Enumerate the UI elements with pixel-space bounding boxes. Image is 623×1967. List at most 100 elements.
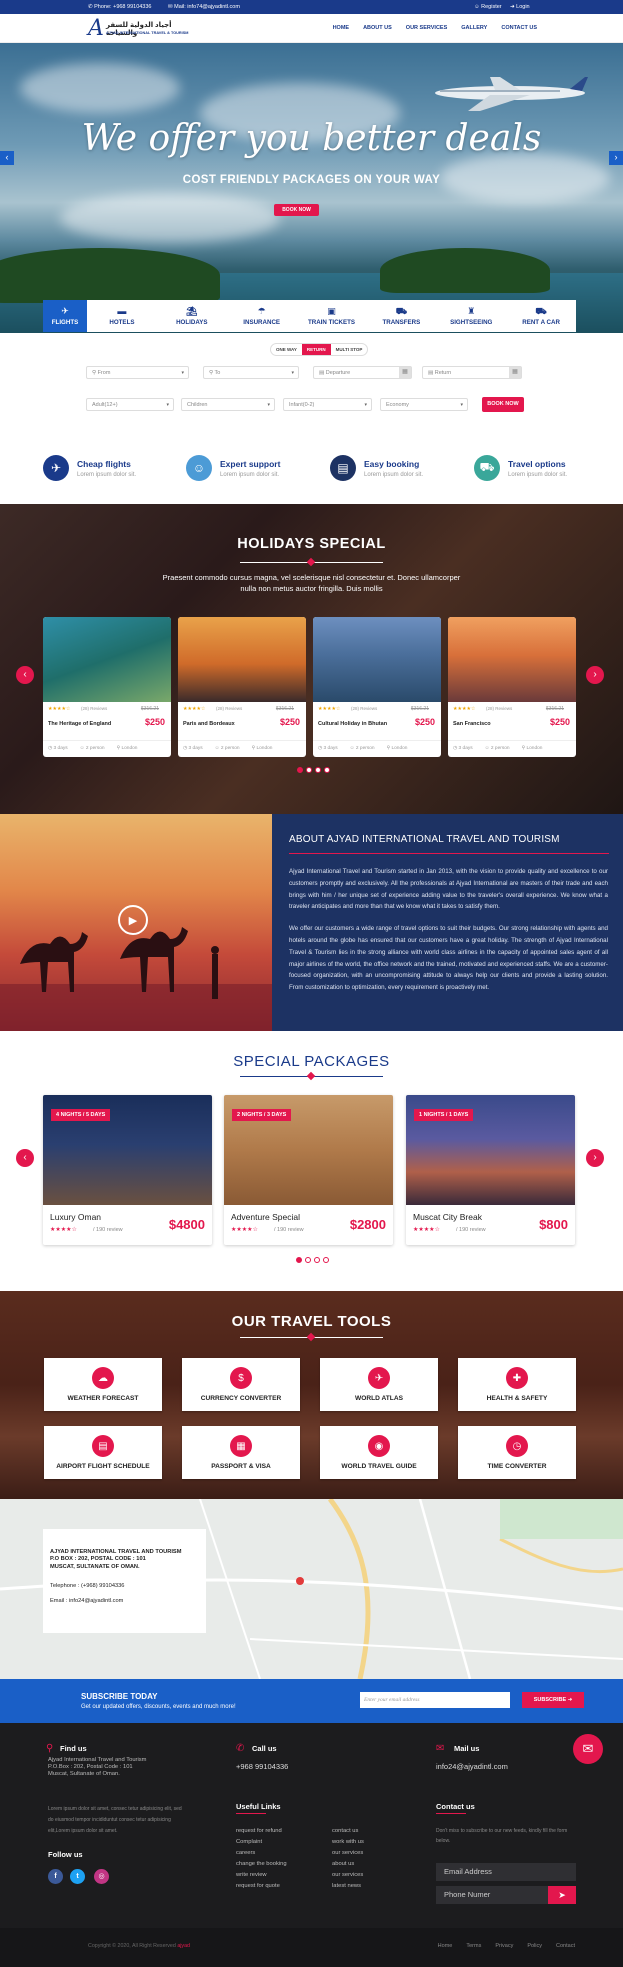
calendar-button-icon[interactable]: ▦ <box>399 367 411 378</box>
footer-link[interactable]: contact us <box>332 1826 364 1837</box>
carousel-dot[interactable] <box>296 1257 302 1263</box>
holiday-card[interactable]: ★★★★☆ (28) Reviews $316.21 San Francisco… <box>448 617 576 757</box>
footer-link[interactable]: our services <box>332 1848 364 1859</box>
login-link[interactable]: ➜ Login <box>510 4 530 10</box>
nav-about[interactable]: ABOUT US <box>363 25 392 31</box>
footer-link[interactable]: our services <box>332 1870 364 1881</box>
footer-link[interactable]: request for quote <box>236 1881 287 1892</box>
tool-time-converter[interactable]: ◷ TIME CONVERTER <box>458 1426 576 1479</box>
twitter-icon[interactable]: t <box>70 1869 85 1884</box>
footer-link[interactable]: work with us <box>332 1837 364 1848</box>
packages-next-arrow[interactable]: › <box>586 1149 604 1167</box>
duration-badge: 1 NIGHTS / 1 DAYS <box>414 1109 474 1121</box>
carousel-dot[interactable] <box>306 767 312 773</box>
chevron-down-icon: ▾ <box>181 370 184 376</box>
carousel-dot[interactable] <box>324 767 330 773</box>
register-link[interactable]: ☺ Register <box>474 4 502 10</box>
footer-email[interactable]: info24@ajyadintl.com <box>436 1762 508 1771</box>
footer-phone[interactable]: +968 99104336 <box>236 1762 288 1771</box>
tool-world-travel-guide[interactable]: ◉ WORLD TRAVEL GUIDE <box>320 1426 438 1479</box>
footer-link[interactable]: about us <box>332 1859 364 1870</box>
tool-currency-converter[interactable]: $ CURRENCY CONVERTER <box>182 1358 300 1411</box>
return-date-input[interactable]: ▤ Return ▦ <box>422 366 522 379</box>
tool-weather-forecast[interactable]: ☁ WEATHER FORECAST <box>44 1358 162 1411</box>
adult-select[interactable]: Adult(12+) ▾ <box>86 398 174 411</box>
footer-link[interactable]: change the booking <box>236 1859 287 1870</box>
hero-book-now-button[interactable]: BOOK NOW <box>274 204 319 216</box>
trip-return[interactable]: RETURN <box>301 344 331 355</box>
tool-world-atlas[interactable]: ✈ WORLD ATLAS <box>320 1358 438 1411</box>
holiday-card[interactable]: ★★★★☆ (28) Reviews $316.21 Paris and Bor… <box>178 617 306 757</box>
hero-next-arrow[interactable]: › <box>609 151 623 165</box>
bottom-nav-contact[interactable]: Contact <box>556 1943 575 1949</box>
tab-sightseeing[interactable]: ♜ SIGHTSEEING <box>436 300 506 332</box>
carousel-dot[interactable] <box>305 1257 311 1263</box>
from-select[interactable]: ⚲ From ▾ <box>86 366 189 379</box>
nav-services[interactable]: OUR SERVICES <box>406 25 447 31</box>
package-card[interactable]: 2 NIGHTS / 3 DAYS Adventure Special ★★★★… <box>224 1095 393 1245</box>
subscribe-email-input[interactable]: Enter your email address <box>360 1692 510 1708</box>
packages-prev-arrow[interactable]: ‹ <box>16 1149 34 1167</box>
holiday-card[interactable]: ★★★★☆ (28) Reviews $316.21 The Heritage … <box>43 617 171 757</box>
tab-rent-a-car[interactable]: ⛟ RENT A CAR <box>506 300 576 332</box>
footer-email-input[interactable]: Email Address <box>436 1863 576 1881</box>
facebook-icon[interactable]: f <box>48 1869 63 1884</box>
main-nav: HOME ABOUT US OUR SERVICES GALLERY CONTA… <box>333 25 537 31</box>
send-button[interactable]: ➤ <box>548 1886 576 1904</box>
trip-one-way[interactable]: ONE WAY <box>271 344 302 355</box>
tab-hotels[interactable]: ▬ HOTELS <box>87 300 157 332</box>
holiday-image <box>313 617 441 702</box>
footer-link[interactable]: Complaint <box>236 1837 287 1848</box>
bottom-nav-policy[interactable]: Policy <box>527 1943 542 1949</box>
package-card[interactable]: 1 NIGHTS / 1 DAYS Muscat City Break ★★★★… <box>406 1095 575 1245</box>
bottom-nav-terms[interactable]: Terms <box>466 1943 481 1949</box>
about-paragraph: Ajyad International Travel and Tourism s… <box>289 868 608 911</box>
class-select[interactable]: Economy ▾ <box>380 398 468 411</box>
footer-phone-input[interactable]: Phone Numer <box>436 1886 548 1904</box>
tab-flights[interactable]: ✈ FLIGHTS <box>43 300 87 332</box>
package-card[interactable]: 4 NIGHTS / 5 DAYS Luxury Oman ★★★★☆ / 19… <box>43 1095 212 1245</box>
instagram-icon[interactable]: ◎ <box>94 1869 109 1884</box>
footer-link[interactable]: write review <box>236 1870 287 1881</box>
bottom-nav-privacy[interactable]: Privacy <box>495 1943 513 1949</box>
tab-transfers[interactable]: ⛟ TRANSFERS <box>366 300 436 332</box>
search-book-now-button[interactable]: BOOK NOW <box>482 397 524 412</box>
tool-health-safety[interactable]: ✚ HEALTH & SAFETY <box>458 1358 576 1411</box>
calendar-button-icon[interactable]: ▦ <box>509 367 521 378</box>
island <box>0 248 220 303</box>
trip-multi-stop[interactable]: MULTI STOP <box>331 344 368 355</box>
chat-button[interactable]: ✉ <box>573 1734 603 1764</box>
nav-home[interactable]: HOME <box>333 25 350 31</box>
contact-text: Don't miss to subscribe to our new feeds… <box>436 1828 568 1844</box>
bottom-nav-home[interactable]: Home <box>438 1943 453 1949</box>
nav-contact[interactable]: CONTACT US <box>501 25 537 31</box>
holidays-prev-arrow[interactable]: ‹ <box>16 666 34 684</box>
tool-passport-visa[interactable]: ▦ PASSPORT & VISA <box>182 1426 300 1479</box>
subscribe-title: SUBSCRIBE TODAY <box>81 1692 158 1701</box>
tab-insurance[interactable]: ☂ INSURANCE <box>227 300 297 332</box>
tab-train-tickets[interactable]: ▣ TRAIN TICKETS <box>297 300 367 332</box>
subscribe-button[interactable]: SUBSCRIBE ➜ <box>522 1692 584 1708</box>
feature-travel-options: ⛟ Travel options Lorem ipsum dolor sit. <box>474 455 567 481</box>
footer-link[interactable]: request for refund <box>236 1826 287 1837</box>
carousel-dot[interactable] <box>323 1257 329 1263</box>
footer-link[interactable]: latest news <box>332 1881 364 1892</box>
to-select[interactable]: ⚲ To ▾ <box>203 366 299 379</box>
carousel-dot[interactable] <box>314 1257 320 1263</box>
carousel-dot[interactable] <box>297 767 303 773</box>
carousel-dot[interactable] <box>315 767 321 773</box>
hero-prev-arrow[interactable]: ‹ <box>0 151 14 165</box>
nav-gallery[interactable]: GALLERY <box>461 25 487 31</box>
tab-holidays[interactable]: ⛱ HOLIDAYS <box>157 300 227 332</box>
mail-icon: ✉ <box>436 1743 445 1754</box>
infant-select[interactable]: Infant(0-2) ▾ <box>283 398 372 411</box>
holiday-card[interactable]: ★★★★☆ (28) Reviews $316.21 Cultural Holi… <box>313 617 441 757</box>
footer-link[interactable]: careers <box>236 1848 287 1859</box>
holidays-next-arrow[interactable]: › <box>586 666 604 684</box>
play-video-button[interactable]: ▶ <box>118 905 148 935</box>
children-select[interactable]: Children ▾ <box>181 398 275 411</box>
logo[interactable]: A أجياد الدولية للسفر والسياحة AJYAD INT… <box>88 16 198 41</box>
departure-date-input[interactable]: ▤ Departure ▦ <box>313 366 412 379</box>
tool-airport-flight-schedule[interactable]: ▤ AIRPORT FLIGHT SCHEDULE <box>44 1426 162 1479</box>
holiday-image <box>448 617 576 702</box>
